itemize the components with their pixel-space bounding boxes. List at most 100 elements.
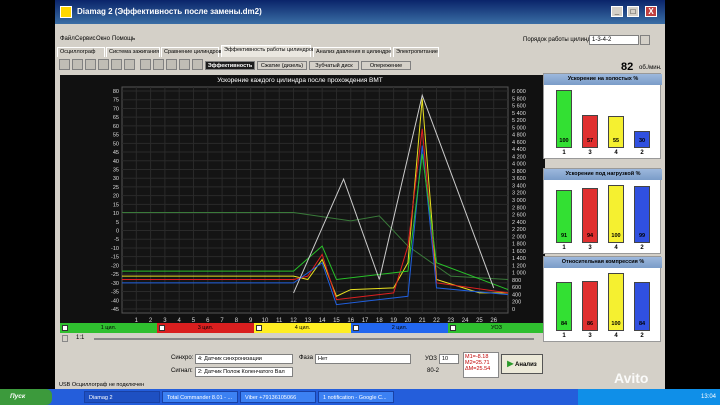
y-left-tick-label: 45 (113, 150, 119, 156)
sync-select[interactable]: 4: Датчик синхронизации (195, 354, 293, 364)
phase-label: Фаза (299, 355, 313, 361)
gauge-bar-value: 57 (586, 138, 594, 144)
legend-uoz[interactable]: УОЗ (448, 323, 545, 333)
y-right-tick-label: 1 800 (512, 242, 526, 248)
gauge-cylinder-label: 3 (588, 333, 592, 339)
task-totalcmd[interactable]: Total Commander 8.01 - ... (162, 391, 238, 403)
firing-order-select[interactable]: 1-3-4-2 (589, 35, 639, 45)
y-right-tick-label: 5 600 (512, 104, 526, 110)
tool-channel-icon[interactable] (153, 59, 164, 70)
minimize-button[interactable]: _ (611, 6, 623, 17)
title-bar: Diamag 2 (Эффективность после замены.dm2… (55, 0, 665, 24)
tool-zoom-icon[interactable] (111, 59, 122, 70)
gauge-cylinder-label: 4 (614, 150, 618, 156)
chart-svg: 1 2 3 4 5 6 7 8 9 10 11 12 13 14 15 16 17 18 19 20 21 22 23 24 2… (111, 86, 526, 324)
legend-checkbox[interactable] (450, 325, 456, 331)
signal-select[interactable]: 2: Датчик Полож Коленчатого Вал (195, 367, 293, 377)
subtab-gear[interactable]: Зубчатый диск (309, 61, 359, 70)
gauge-title: Ускорение на холостых % (544, 74, 662, 85)
menu-help[interactable]: Помощь (112, 36, 135, 42)
gauge-cylinder-label: 4 (614, 333, 618, 339)
tab-compare[interactable]: Сравнение цилиндров (161, 47, 222, 57)
tab-ignition[interactable]: Система зажигания (106, 47, 160, 57)
gauge-panel: Ускорение на холостых % 100 1 57 3 55 4 30 2 (543, 73, 662, 159)
play-icon: ▶ (507, 359, 514, 368)
tool-hand-icon[interactable] (179, 59, 190, 70)
legend-checkbox[interactable] (353, 325, 359, 331)
y-left-tick-label: -35 (111, 290, 119, 296)
y-right-tick-label: 4 000 (512, 162, 526, 168)
y-left-tick-label: 65 (113, 115, 119, 121)
legend-cyl4[interactable]: 4 цил. (254, 323, 351, 333)
y-left-tick-label: -5 (114, 237, 119, 243)
gauge-cylinder-label: 2 (640, 245, 644, 251)
legend-cyl3[interactable]: 3 цил. (157, 323, 254, 333)
zoom-bar: 1:1 (60, 334, 545, 344)
tab-power[interactable]: Электропитание (393, 47, 439, 57)
menu-file[interactable]: Файл (60, 36, 75, 42)
gauge-cylinder-label: 2 (640, 150, 644, 156)
gauge-panel: Относительная компрессия % 84 1 86 3 100 4 84 2 (543, 256, 662, 342)
acceleration-chart[interactable]: 1 2 3 4 5 6 7 8 9 10 11 12 13 14 15 16 17 18 19 20 21 22 23 24 2… (60, 75, 545, 325)
gauge-bar-value: 55 (612, 138, 620, 144)
gauge-cylinder-label: 2 (640, 333, 644, 339)
tab-pressure[interactable]: Анализ давления в цилиндре (313, 47, 391, 57)
tool-save-icon[interactable] (72, 59, 83, 70)
y-right-tick-label: 2 800 (512, 205, 526, 211)
legend-cyl2[interactable]: 2 цил. (351, 323, 448, 333)
task-viber[interactable]: Viber +79136105066 (240, 391, 316, 403)
subtab-efficiency[interactable]: Эффективность (205, 61, 255, 70)
task-chrome[interactable]: 1 notification - Google C... (318, 391, 394, 403)
tool-grid-icon[interactable] (98, 59, 109, 70)
y-right-tick-label: 800 (512, 278, 521, 284)
y-left-tick-label: 10 (113, 211, 119, 217)
y-right-tick-label: 5 000 (512, 125, 526, 131)
legend-cyl1[interactable]: 1 цил. (60, 323, 157, 333)
maximize-button[interactable]: □ (627, 6, 639, 17)
tab-oscilloscope[interactable]: Осциллограф (57, 47, 105, 57)
y-right-tick-label: 3 400 (512, 183, 526, 189)
y-left-tick-label: 25 (113, 185, 119, 191)
y-left-tick-label: 30 (113, 176, 119, 182)
phase-select[interactable]: Нет (315, 354, 411, 364)
main-tabs: Осциллограф Система зажигания Сравнение … (55, 45, 665, 57)
subtab-advance[interactable]: Опережение (361, 61, 411, 70)
tab-efficiency[interactable]: Эффективность работы цилиндров (221, 45, 315, 57)
tool-measure-icon[interactable] (140, 59, 151, 70)
menu-service[interactable]: Сервис (75, 36, 96, 42)
y-left-tick-label: 70 (113, 106, 119, 112)
close-button[interactable]: X (645, 6, 657, 17)
y-right-tick-label: 600 (512, 285, 521, 291)
tool-open-icon[interactable] (59, 59, 70, 70)
minus-icon[interactable] (62, 335, 68, 342)
y-right-tick-label: 5 400 (512, 111, 526, 117)
legend-checkbox[interactable] (62, 325, 68, 331)
y-left-tick-label: 20 (113, 194, 119, 200)
task-diamag[interactable]: Diamag 2 (84, 391, 160, 403)
control-panel: Синхро: 4: Датчик синхронизации Сигнал: … (55, 345, 665, 385)
y-left-tick-label: -45 (111, 307, 119, 313)
y-left-tick-label: 0 (116, 229, 119, 235)
start-button[interactable]: Пуск (0, 389, 52, 405)
legend-checkbox[interactable] (256, 325, 262, 331)
app-icon (60, 6, 72, 18)
tool-filter-icon[interactable] (166, 59, 177, 70)
y-right-tick-label: 2 600 (512, 213, 526, 219)
menu-window[interactable]: Окно (96, 36, 110, 42)
y-right-tick-label: 5 200 (512, 118, 526, 124)
firing-order-spin[interactable] (640, 35, 650, 45)
gauge-panel: Ускорение под нагрузкой % 91 1 94 3 100 4 99 2 (543, 168, 662, 254)
scroll-track[interactable] (94, 338, 534, 340)
tool-settings-icon[interactable] (192, 59, 203, 70)
analyze-button[interactable]: ▶ Анализ (501, 354, 543, 374)
tool-print-icon[interactable] (85, 59, 96, 70)
legend-checkbox[interactable] (159, 325, 165, 331)
y-right-tick-label: 2 000 (512, 234, 526, 240)
sync-label: Синхро: (171, 355, 194, 361)
gauge-title: Относительная компрессия % (544, 257, 662, 268)
y-left-tick-label: -40 (111, 298, 119, 304)
uoz-input[interactable]: 10 (439, 354, 459, 364)
tool-cursor-icon[interactable] (124, 59, 135, 70)
subtab-compression[interactable]: Сжатие (дизель) (257, 61, 307, 70)
gauge-bar-value: 84 (638, 321, 646, 327)
